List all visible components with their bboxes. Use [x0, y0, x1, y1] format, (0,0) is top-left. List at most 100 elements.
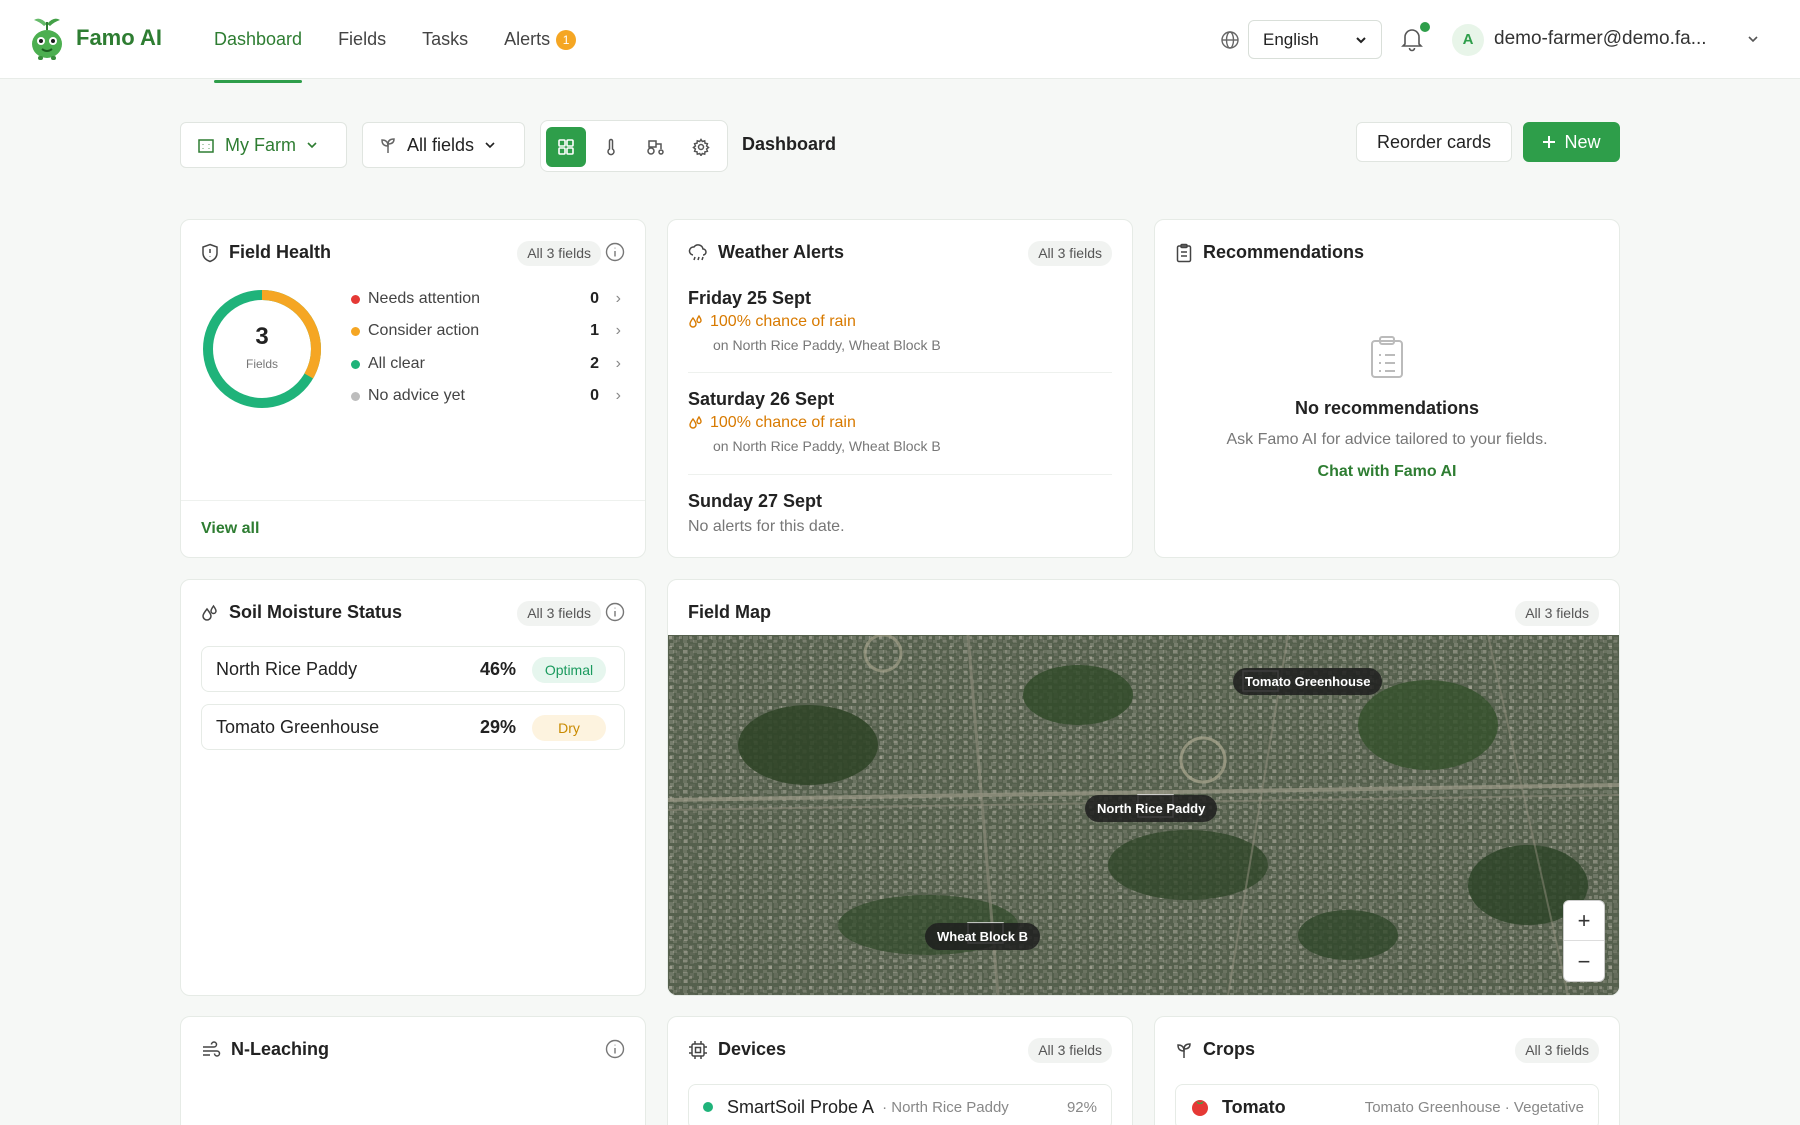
weather-date: Saturday 26 Sept: [688, 389, 835, 409]
status-badge: Dry: [532, 715, 606, 741]
info-icon[interactable]: [605, 602, 625, 622]
gear-icon: [692, 138, 710, 156]
weather-day[interactable]: Friday 25 Sept 100% chance of rain on No…: [688, 288, 1108, 353]
health-row-all-clear[interactable]: All clear 2 ›: [351, 351, 621, 377]
globe-icon: [1221, 31, 1239, 49]
crop-row[interactable]: Tomato Tomato Greenhouse · Vegetative: [1175, 1084, 1599, 1125]
empty-state: No recommendations Ask Famo AI for advic…: [1155, 335, 1619, 481]
nav-fields[interactable]: Fields: [338, 0, 386, 79]
farm-selector[interactable]: My Farm: [180, 122, 347, 168]
devices-card: Devices All 3 fields SmartSoil Probe A ·…: [667, 1016, 1133, 1125]
fields-filter-chip: All 3 fields: [517, 601, 601, 626]
card-title: Weather Alerts: [718, 242, 845, 262]
status-dot: [351, 391, 360, 401]
clipboard-list-icon: [1371, 336, 1403, 378]
chat-with-famo-link[interactable]: Chat with Famo AI: [1155, 463, 1619, 481]
nav-alerts[interactable]: Alerts 1: [504, 0, 577, 79]
fields-filter-chip: All 3 fields: [1515, 1038, 1599, 1063]
map-marker-wheat-block-b[interactable]: Wheat Block B: [925, 923, 1041, 950]
nav-label: Dashboard: [214, 29, 303, 49]
device-name: SmartSoil Probe A: [727, 1096, 875, 1117]
rain-chance: 100% chance of rain: [688, 313, 1108, 331]
info-icon[interactable]: [605, 1039, 625, 1059]
soil-row[interactable]: Tomato Greenhouse 29% Dry: [201, 704, 625, 750]
n-leaching-card: N-Leaching: [180, 1016, 646, 1125]
zoom-in-button[interactable]: +: [1564, 901, 1604, 941]
fields-filter-chip: All 3 fields: [1515, 601, 1599, 626]
language-value: English: [1263, 29, 1319, 49]
tomato-icon: [1192, 1100, 1208, 1116]
new-button[interactable]: New: [1523, 122, 1620, 162]
chevron-right-icon: ›: [615, 322, 621, 339]
no-alerts-text: No alerts for this date.: [688, 518, 845, 535]
health-row-consider-action[interactable]: Consider action 1 ›: [351, 318, 621, 344]
fields-filter-chip: All 3 fields: [517, 241, 601, 266]
soil-row[interactable]: North Rice Paddy 46% Optimal: [201, 646, 625, 692]
weather-date: Friday 25 Sept: [688, 288, 812, 308]
health-row-no-advice[interactable]: No advice yet 0 ›: [351, 383, 621, 409]
fields-filter-chip: All 3 fields: [1028, 241, 1112, 266]
card-header: Recommendations: [1175, 242, 1364, 263]
user-email[interactable]: demo-farmer@demo.fa...: [1494, 28, 1707, 50]
status-dot: [351, 294, 360, 304]
map-marker-tomato-greenhouse[interactable]: Tomato Greenhouse: [1233, 668, 1383, 695]
weather-day[interactable]: Saturday 26 Sept 100% chance of rain on …: [688, 389, 1108, 454]
map-marker-north-rice-paddy[interactable]: North Rice Paddy: [1085, 795, 1218, 822]
chevron-down-icon: [307, 142, 317, 149]
divider: [688, 474, 1112, 475]
crop-detail: Tomato Greenhouse · Vegetative: [1364, 1098, 1584, 1116]
field-map-card: Field Map All 3 fields Tomato Greenhouse…: [667, 579, 1620, 996]
nav-dashboard[interactable]: Dashboard: [214, 0, 303, 83]
rain-chance-text: 100% chance of rain: [710, 414, 856, 431]
view-weather-button[interactable]: [591, 127, 631, 167]
chevron-down-icon: [485, 142, 495, 149]
health-row-needs-attention[interactable]: Needs attention 0 ›: [351, 286, 621, 312]
card-title: Field Map: [688, 602, 772, 622]
chevron-down-icon: [1356, 36, 1366, 43]
fields-selector[interactable]: All fields: [362, 122, 525, 168]
nav-label: Tasks: [422, 29, 469, 49]
card-title: Soil Moisture Status: [229, 602, 403, 622]
nav-label: Alerts: [504, 29, 551, 49]
nav-tasks[interactable]: Tasks: [422, 0, 468, 79]
zoom-out-button[interactable]: −: [1564, 942, 1604, 982]
view-settings-button[interactable]: [681, 127, 721, 167]
chevron-right-icon: ›: [615, 290, 621, 307]
weather-day[interactable]: Sunday 27 Sept No alerts for this date.: [688, 491, 1108, 536]
chip-icon: [689, 1040, 707, 1059]
top-bar: Famo AI Dashboard Fields Tasks Alerts 1 E…: [0, 0, 1800, 83]
card-header: Soil Moisture Status: [201, 602, 402, 623]
app-logo[interactable]: Famo AI: [28, 16, 162, 60]
farm-selector-label: My Farm: [225, 134, 296, 155]
health-row-count: 1: [590, 322, 599, 339]
satellite-map[interactable]: Tomato Greenhouse North Rice Paddy Wheat…: [668, 635, 1619, 995]
view-switcher: [540, 120, 728, 172]
weather-location: on North Rice Paddy, Wheat Block B: [713, 337, 941, 353]
health-row-label: Consider action: [368, 322, 480, 339]
clipboard-icon: [1176, 243, 1192, 262]
chevron-down-icon[interactable]: [1746, 32, 1760, 46]
grid-icon: [558, 139, 574, 155]
crops-card: Crops All 3 fields Tomato Tomato Greenho…: [1154, 1016, 1620, 1125]
crop-name: Tomato: [1222, 1096, 1286, 1117]
avatar[interactable]: A: [1452, 24, 1484, 56]
card-title: Recommendations: [1203, 242, 1365, 262]
card-header: Devices: [688, 1039, 786, 1060]
reorder-cards-button[interactable]: Reorder cards: [1356, 122, 1512, 162]
fields-total: 3: [255, 323, 269, 350]
thermometer-icon: [607, 138, 615, 156]
view-grid-button[interactable]: [546, 127, 586, 167]
sprout-mascot-icon: [32, 18, 62, 60]
weather-date: Sunday 27 Sept: [688, 491, 823, 511]
health-row-label: Needs attention: [368, 290, 481, 307]
view-machinery-button[interactable]: [636, 127, 676, 167]
language-select[interactable]: English: [1248, 20, 1382, 59]
cloud-rain-icon: [688, 243, 707, 260]
soil-moisture-card: Soil Moisture Status All 3 fields North …: [180, 579, 646, 996]
device-row[interactable]: SmartSoil Probe A · North Rice Paddy 92%: [688, 1084, 1112, 1125]
info-icon[interactable]: [605, 242, 625, 262]
card-title: N-Leaching: [231, 1039, 330, 1059]
dashboard-toolbar: My Farm All fields Dashboard Reorder car…: [180, 120, 1620, 172]
empty-subtitle: Ask Famo AI for advice tailored to your …: [1226, 431, 1548, 448]
view-all-link[interactable]: View all: [201, 520, 259, 538]
